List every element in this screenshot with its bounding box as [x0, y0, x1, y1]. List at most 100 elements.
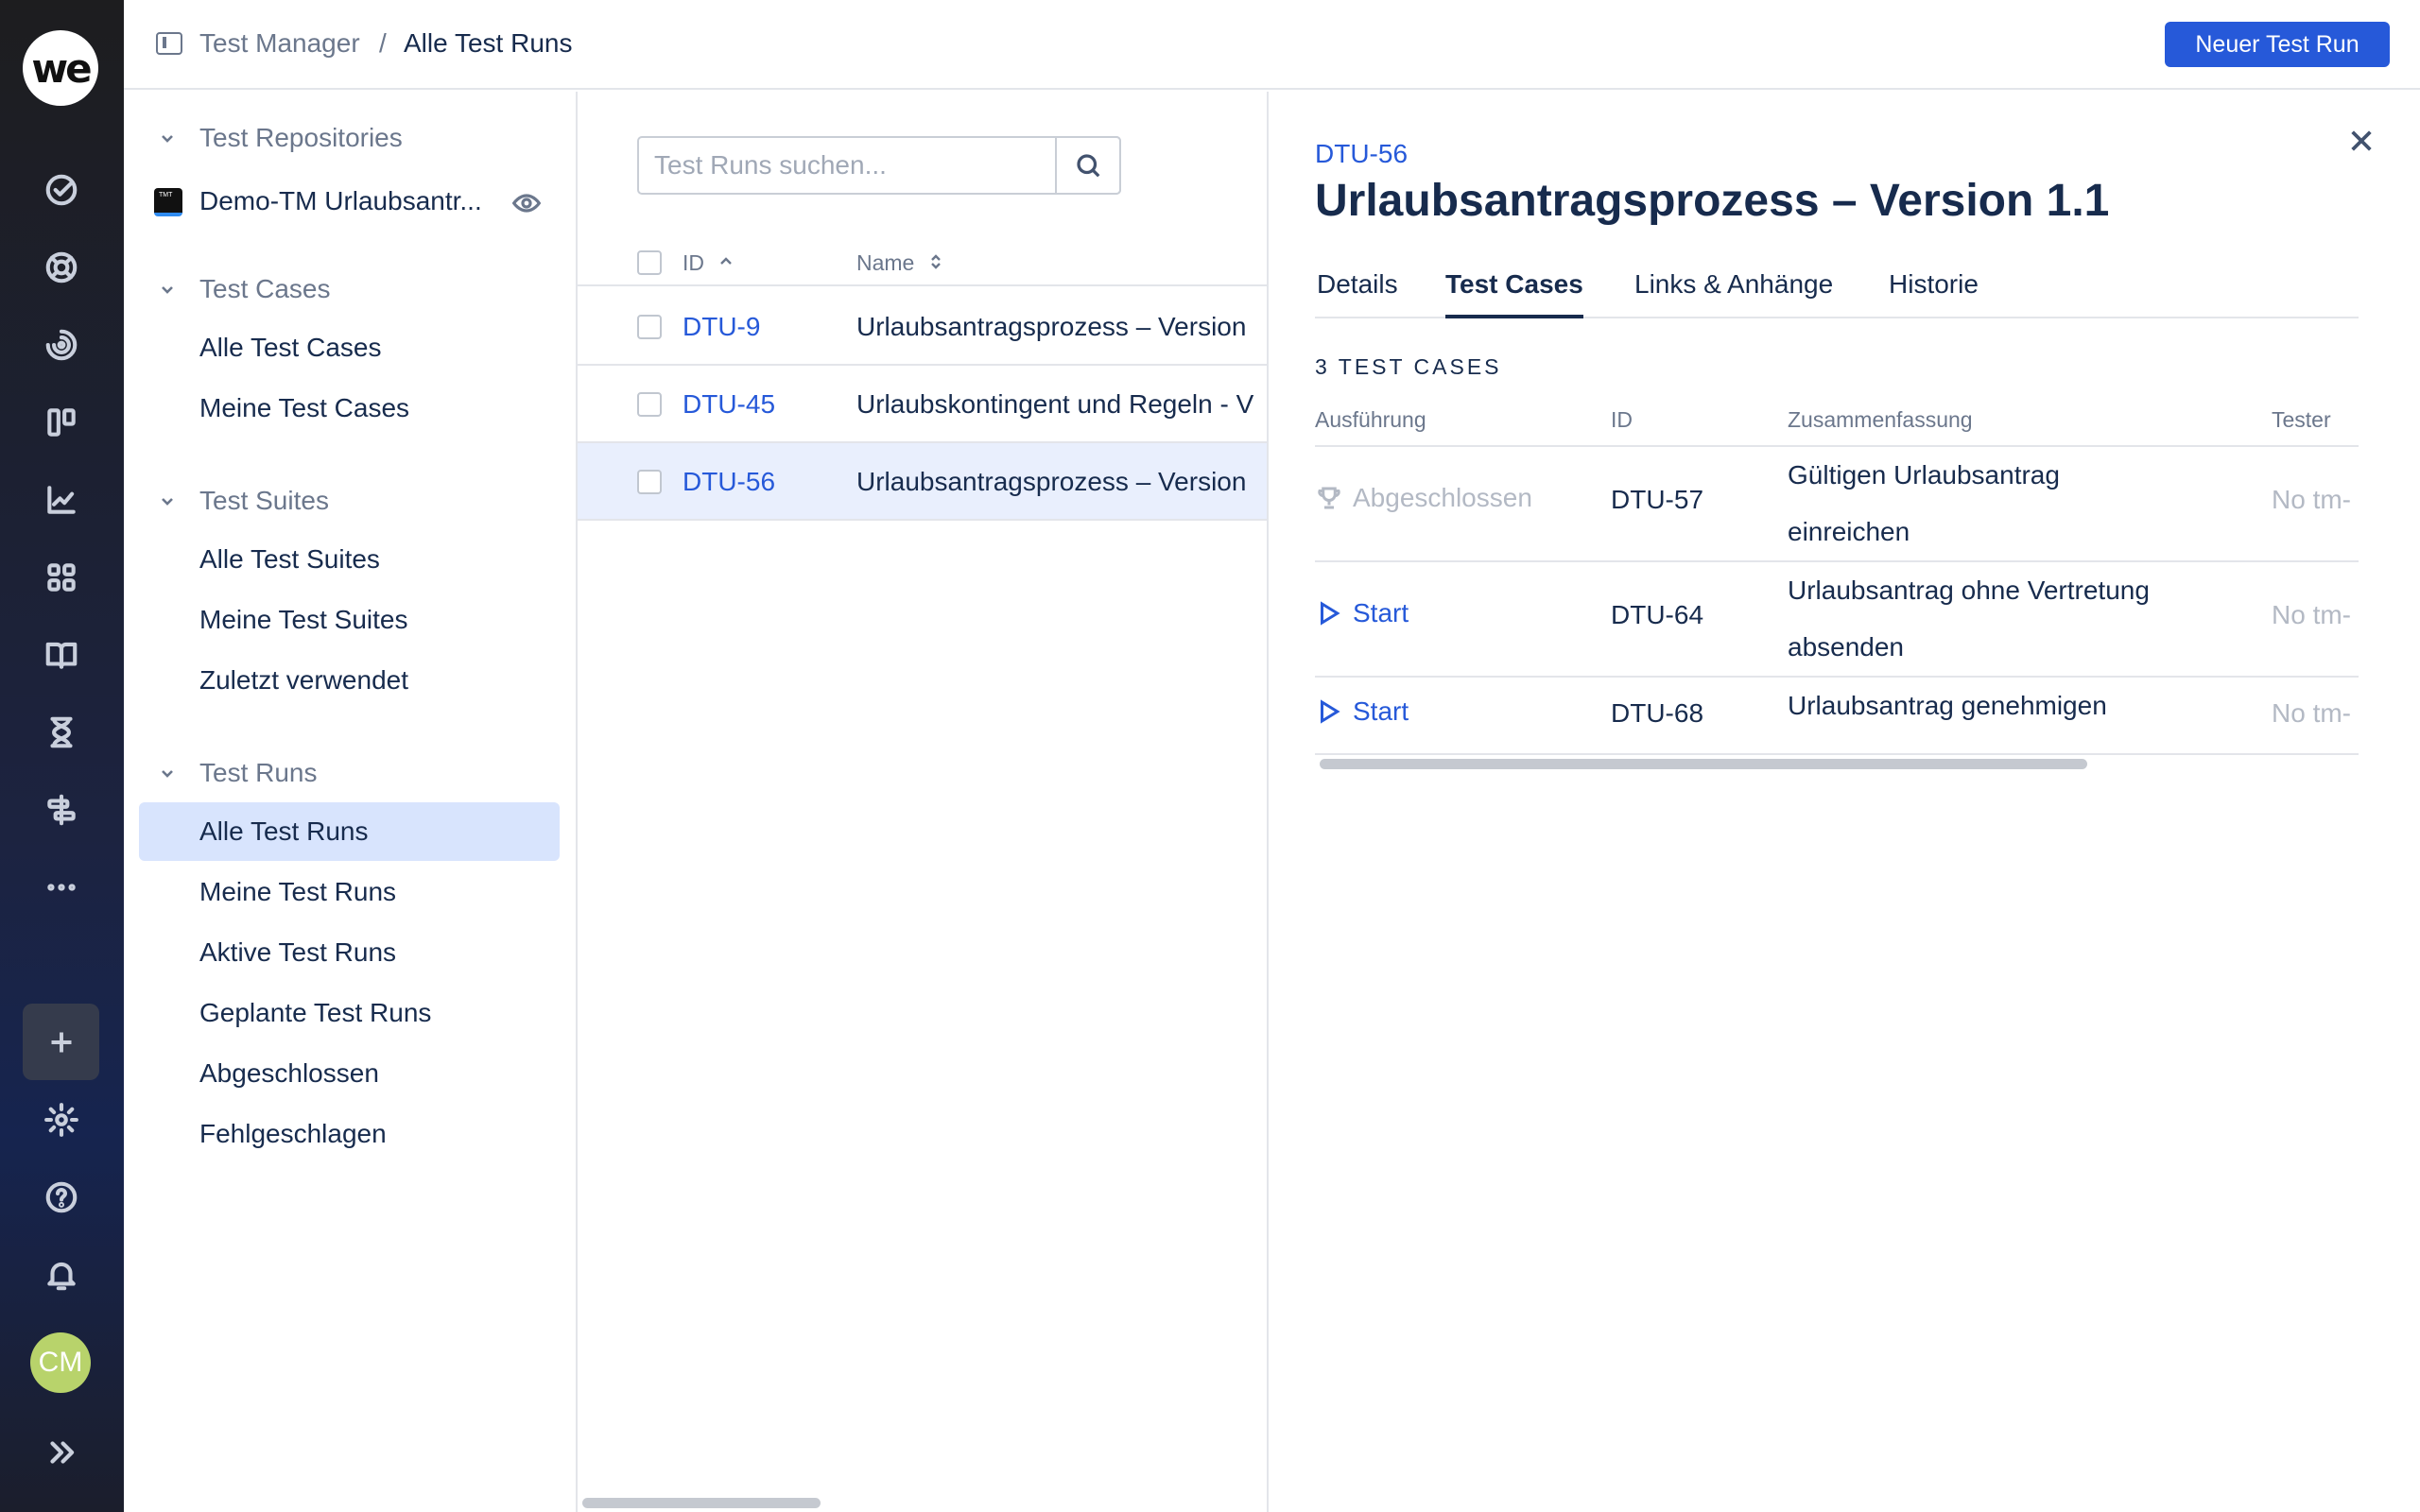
breadcrumb-current: Alle Test Runs: [404, 28, 573, 58]
sort-icon[interactable]: [927, 252, 944, 271]
row-name[interactable]: Urlaubskontingent und Regeln - V: [856, 389, 1253, 420]
sidebar-item-alle-test-suites[interactable]: Alle Test Suites: [139, 530, 560, 589]
help-icon[interactable]: [38, 1174, 85, 1221]
hourglass-icon[interactable]: [38, 709, 85, 756]
tab-test-cases[interactable]: Test Cases: [1445, 269, 1583, 318]
book-icon[interactable]: [38, 631, 85, 679]
row-id-link[interactable]: DTU-45: [683, 389, 775, 420]
test-case-id[interactable]: DTU-57: [1611, 485, 1703, 515]
avatar[interactable]: CM: [30, 1332, 91, 1393]
sidebar-item-meine-test-runs[interactable]: Meine Test Runs: [139, 863, 560, 921]
search-icon: [1077, 154, 1100, 178]
row-id-link[interactable]: DTU-9: [683, 312, 760, 342]
search-box: [637, 136, 1123, 195]
sidebar-item-meine-test-suites[interactable]: Meine Test Suites: [139, 591, 560, 649]
bell-icon[interactable]: [38, 1251, 85, 1298]
detail-title: Urlaubsantragsprozess – Version 1.1: [1315, 176, 2110, 226]
chevron-down-icon: [160, 765, 175, 781]
test-case-row[interactable]: Start DTU-68 Urlaubsantrag genehmigen No…: [1315, 678, 2359, 755]
horizontal-scrollbar[interactable]: [1320, 759, 2087, 769]
section-test-cases[interactable]: Test Cases: [124, 263, 578, 316]
column-header-name[interactable]: Name: [856, 250, 914, 276]
execution-status: Abgeschlossen: [1315, 483, 1532, 513]
chevron-down-icon: [160, 493, 175, 508]
chart-icon[interactable]: [38, 476, 85, 524]
detail-key-link[interactable]: DTU-56: [1315, 139, 1408, 169]
section-test-suites[interactable]: Test Suites: [124, 474, 578, 527]
trophy-icon: [1318, 487, 1340, 509]
select-all-checkbox[interactable]: [637, 250, 662, 275]
test-case-summary: Urlaubsantrag genehmigen: [1788, 691, 2107, 720]
row-checkbox[interactable]: [637, 392, 662, 417]
sidebar-item-alle-test-runs[interactable]: Alle Test Runs: [139, 802, 560, 861]
section-label: Test Runs: [199, 758, 318, 787]
breadcrumb-separator: /: [379, 28, 387, 58]
apps-icon[interactable]: [38, 554, 85, 601]
start-button[interactable]: Start: [1315, 598, 1409, 628]
top-bar: Test Manager / Alle Test Runs Neuer Test…: [124, 0, 2420, 90]
test-case-summary: Gültigen Urlaubsantrag einreichen: [1788, 460, 2060, 546]
column-header-id[interactable]: ID: [683, 250, 704, 276]
tab-details[interactable]: Details: [1317, 269, 1398, 318]
table-row-selected[interactable]: DTU-56 Urlaubsantragsprozess – Version: [578, 443, 1267, 521]
spiral-icon[interactable]: [38, 321, 85, 369]
sidebar-item-aktive-test-runs[interactable]: Aktive Test Runs: [139, 923, 560, 982]
chevron-down-icon: [160, 282, 175, 297]
detail-panel: DTU-56 Urlaubsantragsprozess – Version 1…: [1267, 92, 2420, 1512]
board-icon[interactable]: [38, 399, 85, 446]
section-test-runs[interactable]: Test Runs: [124, 747, 578, 799]
test-case-row[interactable]: Start DTU-64 Urlaubsantrag ohne Vertretu…: [1315, 562, 2359, 678]
search-input[interactable]: [639, 138, 1123, 193]
horizontal-scrollbar[interactable]: [582, 1498, 821, 1508]
sidebar-toggle-icon[interactable]: [156, 32, 182, 55]
sidebar-item-meine-test-cases[interactable]: Meine Test Cases: [139, 379, 560, 438]
sidebar-item-abgeschlossen[interactable]: Abgeschlossen: [139, 1044, 560, 1103]
tab-links-anhaenge[interactable]: Links & Anhänge: [1634, 269, 1833, 318]
test-cases-header: Ausführung ID Zusammenfassung Tester: [1315, 394, 2359, 447]
sidebar-item-fehlgeschlagen[interactable]: Fehlgeschlagen: [139, 1105, 560, 1163]
row-name[interactable]: Urlaubsantragsprozess – Version: [856, 312, 1246, 342]
lifebuoy-icon[interactable]: [38, 244, 85, 291]
tab-historie[interactable]: Historie: [1889, 269, 1979, 318]
table-row[interactable]: DTU-45 Urlaubskontingent und Regeln - V: [578, 366, 1267, 443]
test-case-count: 3 TEST CASES: [1315, 354, 1502, 379]
row-checkbox[interactable]: [637, 470, 662, 494]
breadcrumb-root[interactable]: Test Manager: [199, 28, 360, 59]
app-logo[interactable]: we: [23, 30, 98, 106]
sidebar-item-geplante-test-runs[interactable]: Geplante Test Runs: [139, 984, 560, 1042]
row-checkbox[interactable]: [637, 315, 662, 339]
check-circle-icon[interactable]: [38, 166, 85, 214]
column-header-id: ID: [1611, 407, 1633, 432]
plus-icon: [51, 1032, 71, 1052]
table-header: ID Name: [578, 239, 1267, 286]
test-case-id[interactable]: DTU-68: [1611, 698, 1703, 729]
section-test-repositories[interactable]: Test Repositories: [124, 112, 578, 164]
sidebar-item-alle-test-cases[interactable]: Alle Test Cases: [139, 318, 560, 377]
start-button[interactable]: Start: [1315, 696, 1409, 727]
close-icon[interactable]: [2346, 126, 2377, 156]
test-runs-list: ID Name DTU-9 Urlaubsantragsprozess – Ve…: [578, 92, 1267, 1512]
more-icon[interactable]: [38, 864, 85, 911]
create-button[interactable]: [23, 1004, 99, 1080]
repo-icon: TMT: [154, 188, 182, 216]
app-rail: we CM: [0, 0, 124, 1512]
expand-icon[interactable]: [38, 1429, 85, 1476]
column-header-tester: Tester: [2272, 407, 2331, 432]
table-row[interactable]: DTU-9 Urlaubsantragsprozess – Version: [578, 288, 1267, 366]
new-test-run-button[interactable]: Neuer Test Run: [2165, 22, 2390, 67]
test-case-row[interactable]: Abgeschlossen DTU-57 Gültigen Urlaubsant…: [1315, 447, 2359, 562]
search-button[interactable]: [1055, 136, 1121, 195]
repo-item[interactable]: TMT Demo-TM Urlaubsantr...: [124, 177, 578, 230]
test-case-tester: No tm-: [2272, 600, 2351, 629]
row-id-link[interactable]: DTU-56: [683, 467, 775, 497]
sidebar-nav: Test Repositories TMT Demo-TM Urlaubsant…: [124, 92, 578, 1512]
chevron-down-icon: [160, 130, 175, 146]
eye-icon[interactable]: [511, 188, 542, 218]
row-name[interactable]: Urlaubsantragsprozess – Version: [856, 467, 1246, 497]
sidebar-item-zuletzt-verwendet[interactable]: Zuletzt verwendet: [139, 651, 560, 710]
play-icon: [1321, 601, 1340, 626]
gear-icon[interactable]: [38, 1096, 85, 1143]
roadmap-icon[interactable]: [38, 786, 85, 833]
sort-ascending-icon[interactable]: [717, 252, 735, 271]
test-case-id[interactable]: DTU-64: [1611, 600, 1703, 630]
